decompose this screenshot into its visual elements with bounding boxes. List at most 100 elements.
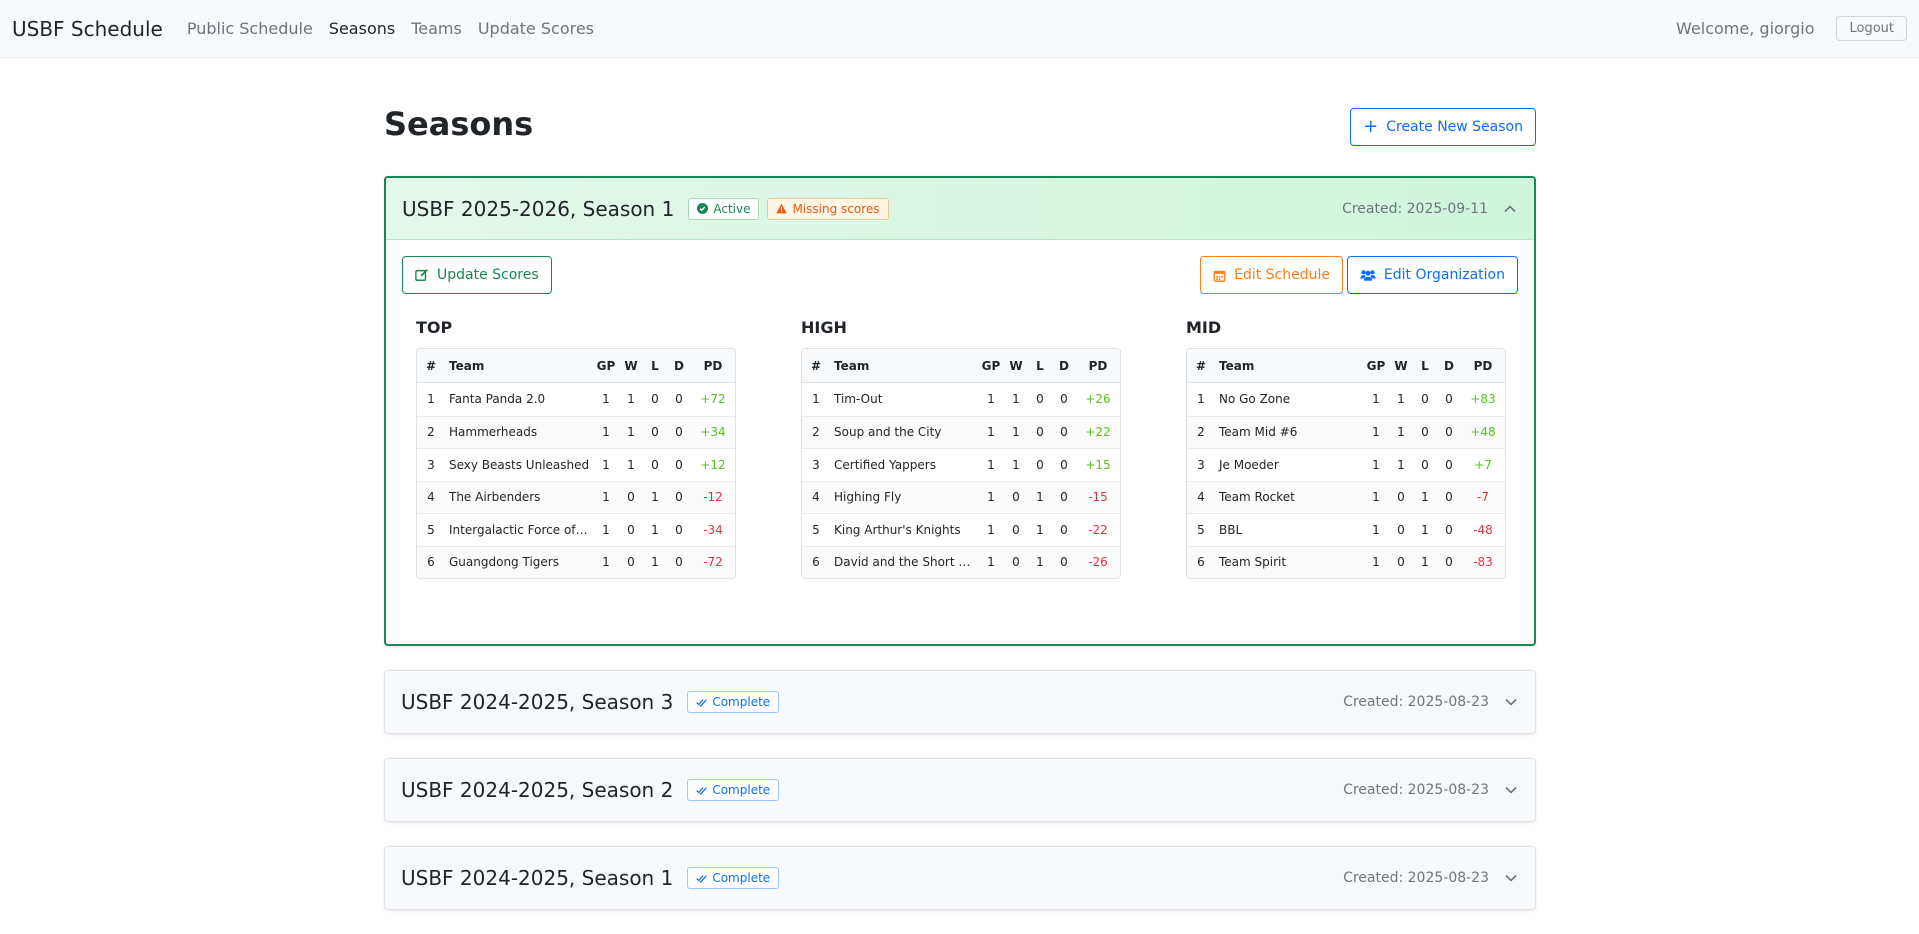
edit-icon [415,269,428,281]
team-cell: The Airbenders [445,480,593,513]
w-cell: 0 [1389,545,1413,578]
badge-complete-label: Complete [712,871,771,885]
rank-cell: 3 [802,448,830,481]
rank-cell: 6 [802,545,830,578]
table-row: 5 King Arthur's Knights 1 0 1 0 -22 [802,513,1120,546]
season-name: USBF 2024-2025, Season 1 [401,866,674,890]
table-row: 4 Highing Fly 1 0 1 0 -15 [802,480,1120,513]
w-cell: 0 [1004,480,1028,513]
chevron-up-icon[interactable] [1502,201,1518,217]
update-scores-button[interactable]: Update Scores [402,256,552,294]
gp-cell: 1 [978,545,1004,578]
rank-cell: 6 [417,545,445,578]
w-cell: 0 [1389,480,1413,513]
col-rank: # [1187,349,1215,383]
table-row: 5 Intergalactic Force of… 1 0 1 0 -34 [417,513,735,546]
l-cell: 0 [1028,448,1052,481]
edit-organization-button[interactable]: Edit Organization [1346,256,1518,294]
w-cell: 1 [1389,448,1413,481]
rank-cell: 1 [1197,392,1205,407]
d-cell: 0 [1437,448,1461,481]
team-cell: Certified Yappers [830,448,978,481]
double-check-icon [696,786,708,795]
team-cell: King Arthur's Knights [830,513,978,546]
chevron-down-icon[interactable] [1503,694,1519,710]
gp-cell: 1 [593,415,619,448]
edit-schedule-button[interactable]: Edit Schedule [1200,256,1343,294]
season-header[interactable]: USBF 2024-2025, Season 1 Complete Create… [385,847,1535,909]
gp-cell: 1 [593,448,619,481]
users-icon [1360,270,1376,281]
col-pd: PD [1461,349,1505,383]
nav-public-schedule[interactable]: Public Schedule [187,19,313,38]
col-l: L [1028,349,1052,383]
pd-cell: +48 [1461,415,1505,448]
rank-cell: 1 [427,392,435,407]
season-header[interactable]: USBF 2025-2026, Season 1 Active Missing … [386,178,1534,240]
l-cell: 0 [651,392,659,407]
w-cell: 1 [1004,448,1028,481]
division-title: TOP [416,318,453,337]
l-cell: 1 [1028,545,1052,578]
d-cell: 0 [1060,392,1068,407]
chevron-down-icon[interactable] [1503,870,1519,886]
col-d: D [1052,349,1076,383]
table-row: 6 Team Spirit 1 0 1 0 -83 [1187,545,1505,578]
l-cell: 1 [1028,480,1052,513]
divisions: TOP # Team GP W L D PD 1Fanta Panda 2.0 … [416,318,1506,579]
l-cell: 1 [1413,480,1437,513]
main-container: Seasons + Create New Season USBF 2025-20… [384,58,1536,934]
pd-cell: +34 [691,415,735,448]
pd-cell: -22 [1076,513,1120,546]
rank-cell: 1 [812,392,820,407]
season-header[interactable]: USBF 2024-2025, Season 2 Complete Create… [385,759,1535,821]
team-cell: Tim-Out [834,392,883,407]
w-cell: 0 [1004,513,1028,546]
badge-missing-label: Missing scores [792,201,880,216]
nav-update-scores[interactable]: Update Scores [478,19,594,38]
gp-cell: 1 [1372,392,1380,407]
w-cell: 1 [627,392,635,407]
team-cell: Team Spirit [1215,545,1363,578]
status-badge-complete: Complete [687,867,780,889]
col-l: L [643,349,667,383]
gp-cell: 1 [593,513,619,546]
gp-cell: 1 [1363,480,1389,513]
chevron-down-icon[interactable] [1503,782,1519,798]
table-row: 5 BBL 1 0 1 0 -48 [1187,513,1505,546]
w-cell: 1 [1004,415,1028,448]
w-cell: 0 [619,545,643,578]
table-row: 3 Certified Yappers 1 1 0 0 +15 [802,448,1120,481]
team-cell: BBL [1215,513,1363,546]
brand-link[interactable]: USBF Schedule [12,17,163,41]
rank-cell: 4 [417,480,445,513]
rank-cell: 6 [1187,545,1215,578]
gp-cell: 1 [987,392,995,407]
badge-complete-label: Complete [712,695,771,709]
nav-seasons[interactable]: Seasons [329,19,395,38]
nav-teams[interactable]: Teams [411,19,462,38]
col-w: W [1389,349,1413,383]
badge-active-label: Active [713,201,751,216]
double-check-icon [696,698,708,707]
d-cell: 0 [667,480,691,513]
d-cell: 0 [675,392,683,407]
create-season-button[interactable]: + Create New Season [1350,108,1536,146]
l-cell: 1 [643,480,667,513]
d-cell: 0 [1052,513,1076,546]
pd-cell: -15 [1076,480,1120,513]
table-row: 3 Sexy Beasts Unleashed 1 1 0 0 +12 [417,448,735,481]
col-gp: GP [1363,349,1389,383]
top-navbar: USBF Schedule Public Schedule Seasons Te… [0,0,1919,58]
pd-cell: -26 [1076,545,1120,578]
created-date: Created: 2025-09-11 [1342,200,1488,217]
d-cell: 0 [1052,545,1076,578]
logout-button[interactable]: Logout [1836,16,1907,41]
col-team: Team [830,349,978,383]
d-cell: 0 [1437,513,1461,546]
table-row: 1 Tim-Out 1 1 0 0 +26 [802,383,1120,416]
season-header[interactable]: USBF 2024-2025, Season 3 Complete Create… [385,671,1535,733]
gp-cell: 1 [978,415,1004,448]
table-row: 2 Team Mid #6 1 1 0 0 +48 [1187,415,1505,448]
rank-cell: 2 [802,415,830,448]
